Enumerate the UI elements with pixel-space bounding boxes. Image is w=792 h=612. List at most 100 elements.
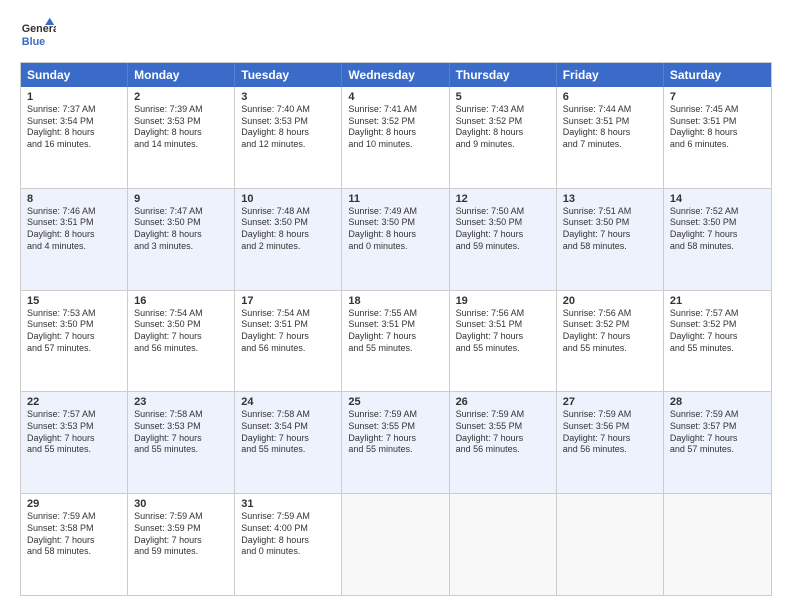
cell-line: Daylight: 7 hours xyxy=(670,331,765,343)
cell-line: and 55 minutes. xyxy=(348,444,442,456)
calendar-row: 22Sunrise: 7:57 AMSunset: 3:53 PMDayligh… xyxy=(21,391,771,493)
calendar-cell: 26Sunrise: 7:59 AMSunset: 3:55 PMDayligh… xyxy=(450,392,557,493)
cell-line: Daylight: 8 hours xyxy=(134,127,228,139)
day-number: 31 xyxy=(241,498,335,510)
calendar-cell: 29Sunrise: 7:59 AMSunset: 3:58 PMDayligh… xyxy=(21,494,128,595)
calendar-cell: 3Sunrise: 7:40 AMSunset: 3:53 PMDaylight… xyxy=(235,87,342,188)
day-number: 1 xyxy=(27,91,121,103)
cell-line: Sunset: 3:50 PM xyxy=(241,217,335,229)
cell-line: Daylight: 7 hours xyxy=(456,433,550,445)
cell-line: Daylight: 8 hours xyxy=(134,229,228,241)
cell-line: Sunset: 3:53 PM xyxy=(27,421,121,433)
calendar-cell: 6Sunrise: 7:44 AMSunset: 3:51 PMDaylight… xyxy=(557,87,664,188)
header-day-friday: Friday xyxy=(557,63,664,87)
day-number: 23 xyxy=(134,396,228,408)
cell-line: Sunrise: 7:58 AM xyxy=(134,409,228,421)
cell-line: Daylight: 7 hours xyxy=(241,331,335,343)
day-number: 8 xyxy=(27,193,121,205)
cell-line: Daylight: 8 hours xyxy=(27,127,121,139)
cell-line: Daylight: 8 hours xyxy=(348,127,442,139)
cell-line: and 10 minutes. xyxy=(348,139,442,151)
calendar-cell: 14Sunrise: 7:52 AMSunset: 3:50 PMDayligh… xyxy=(664,189,771,290)
cell-line: and 7 minutes. xyxy=(563,139,657,151)
calendar-cell: 25Sunrise: 7:59 AMSunset: 3:55 PMDayligh… xyxy=(342,392,449,493)
day-number: 2 xyxy=(134,91,228,103)
day-number: 12 xyxy=(456,193,550,205)
day-number: 6 xyxy=(563,91,657,103)
cell-line: Sunset: 3:53 PM xyxy=(134,116,228,128)
day-number: 25 xyxy=(348,396,442,408)
calendar-cell: 8Sunrise: 7:46 AMSunset: 3:51 PMDaylight… xyxy=(21,189,128,290)
cell-line: Sunrise: 7:59 AM xyxy=(348,409,442,421)
cell-line: Sunrise: 7:59 AM xyxy=(27,511,121,523)
cell-line: and 16 minutes. xyxy=(27,139,121,151)
cell-line: and 55 minutes. xyxy=(670,343,765,355)
calendar-cell xyxy=(664,494,771,595)
cell-line: Sunrise: 7:54 AM xyxy=(241,308,335,320)
day-number: 13 xyxy=(563,193,657,205)
cell-line: Sunset: 3:51 PM xyxy=(241,319,335,331)
cell-line: and 3 minutes. xyxy=(134,241,228,253)
calendar-cell: 1Sunrise: 7:37 AMSunset: 3:54 PMDaylight… xyxy=(21,87,128,188)
header-day-tuesday: Tuesday xyxy=(235,63,342,87)
header-day-thursday: Thursday xyxy=(450,63,557,87)
cell-line: Sunset: 3:50 PM xyxy=(670,217,765,229)
calendar-cell: 28Sunrise: 7:59 AMSunset: 3:57 PMDayligh… xyxy=(664,392,771,493)
cell-line: Daylight: 7 hours xyxy=(670,229,765,241)
day-number: 30 xyxy=(134,498,228,510)
calendar-cell: 19Sunrise: 7:56 AMSunset: 3:51 PMDayligh… xyxy=(450,291,557,392)
day-number: 3 xyxy=(241,91,335,103)
cell-line: Sunrise: 7:55 AM xyxy=(348,308,442,320)
day-number: 15 xyxy=(27,295,121,307)
calendar-cell: 27Sunrise: 7:59 AMSunset: 3:56 PMDayligh… xyxy=(557,392,664,493)
calendar-cell: 9Sunrise: 7:47 AMSunset: 3:50 PMDaylight… xyxy=(128,189,235,290)
cell-line: Daylight: 7 hours xyxy=(241,433,335,445)
calendar-cell: 5Sunrise: 7:43 AMSunset: 3:52 PMDaylight… xyxy=(450,87,557,188)
cell-line: Daylight: 7 hours xyxy=(456,229,550,241)
cell-line: Sunset: 3:55 PM xyxy=(348,421,442,433)
day-number: 29 xyxy=(27,498,121,510)
cell-line: Sunset: 3:50 PM xyxy=(134,217,228,229)
cell-line: and 9 minutes. xyxy=(456,139,550,151)
header-day-saturday: Saturday xyxy=(664,63,771,87)
day-number: 7 xyxy=(670,91,765,103)
cell-line: and 4 minutes. xyxy=(27,241,121,253)
cell-line: and 58 minutes. xyxy=(563,241,657,253)
calendar-row: 8Sunrise: 7:46 AMSunset: 3:51 PMDaylight… xyxy=(21,188,771,290)
cell-line: Sunset: 3:57 PM xyxy=(670,421,765,433)
cell-line: Sunrise: 7:59 AM xyxy=(241,511,335,523)
cell-line: and 59 minutes. xyxy=(456,241,550,253)
cell-line: Sunrise: 7:59 AM xyxy=(670,409,765,421)
cell-line: Daylight: 8 hours xyxy=(670,127,765,139)
cell-line: Sunset: 3:51 PM xyxy=(27,217,121,229)
cell-line: Sunrise: 7:49 AM xyxy=(348,206,442,218)
calendar-cell: 21Sunrise: 7:57 AMSunset: 3:52 PMDayligh… xyxy=(664,291,771,392)
calendar-cell: 30Sunrise: 7:59 AMSunset: 3:59 PMDayligh… xyxy=(128,494,235,595)
cell-line: Sunrise: 7:50 AM xyxy=(456,206,550,218)
cell-line: Sunrise: 7:59 AM xyxy=(563,409,657,421)
header-day-sunday: Sunday xyxy=(21,63,128,87)
cell-line: and 0 minutes. xyxy=(241,546,335,558)
day-number: 14 xyxy=(670,193,765,205)
cell-line: Sunrise: 7:56 AM xyxy=(563,308,657,320)
svg-text:Blue: Blue xyxy=(22,36,45,48)
calendar-cell: 24Sunrise: 7:58 AMSunset: 3:54 PMDayligh… xyxy=(235,392,342,493)
cell-line: and 55 minutes. xyxy=(27,444,121,456)
day-number: 24 xyxy=(241,396,335,408)
cell-line: Sunset: 3:54 PM xyxy=(27,116,121,128)
cell-line: Sunset: 3:51 PM xyxy=(563,116,657,128)
cell-line: Sunrise: 7:40 AM xyxy=(241,104,335,116)
cell-line: Daylight: 7 hours xyxy=(27,535,121,547)
cell-line: Daylight: 8 hours xyxy=(456,127,550,139)
cell-line: Sunrise: 7:52 AM xyxy=(670,206,765,218)
cell-line: Sunset: 3:50 PM xyxy=(348,217,442,229)
cell-line: and 12 minutes. xyxy=(241,139,335,151)
cell-line: Daylight: 8 hours xyxy=(241,535,335,547)
calendar-cell: 13Sunrise: 7:51 AMSunset: 3:50 PMDayligh… xyxy=(557,189,664,290)
cell-line: Daylight: 7 hours xyxy=(348,433,442,445)
cell-line: Sunrise: 7:59 AM xyxy=(134,511,228,523)
calendar-row: 1Sunrise: 7:37 AMSunset: 3:54 PMDaylight… xyxy=(21,87,771,188)
day-number: 11 xyxy=(348,193,442,205)
cell-line: and 55 minutes. xyxy=(456,343,550,355)
cell-line: Sunrise: 7:39 AM xyxy=(134,104,228,116)
